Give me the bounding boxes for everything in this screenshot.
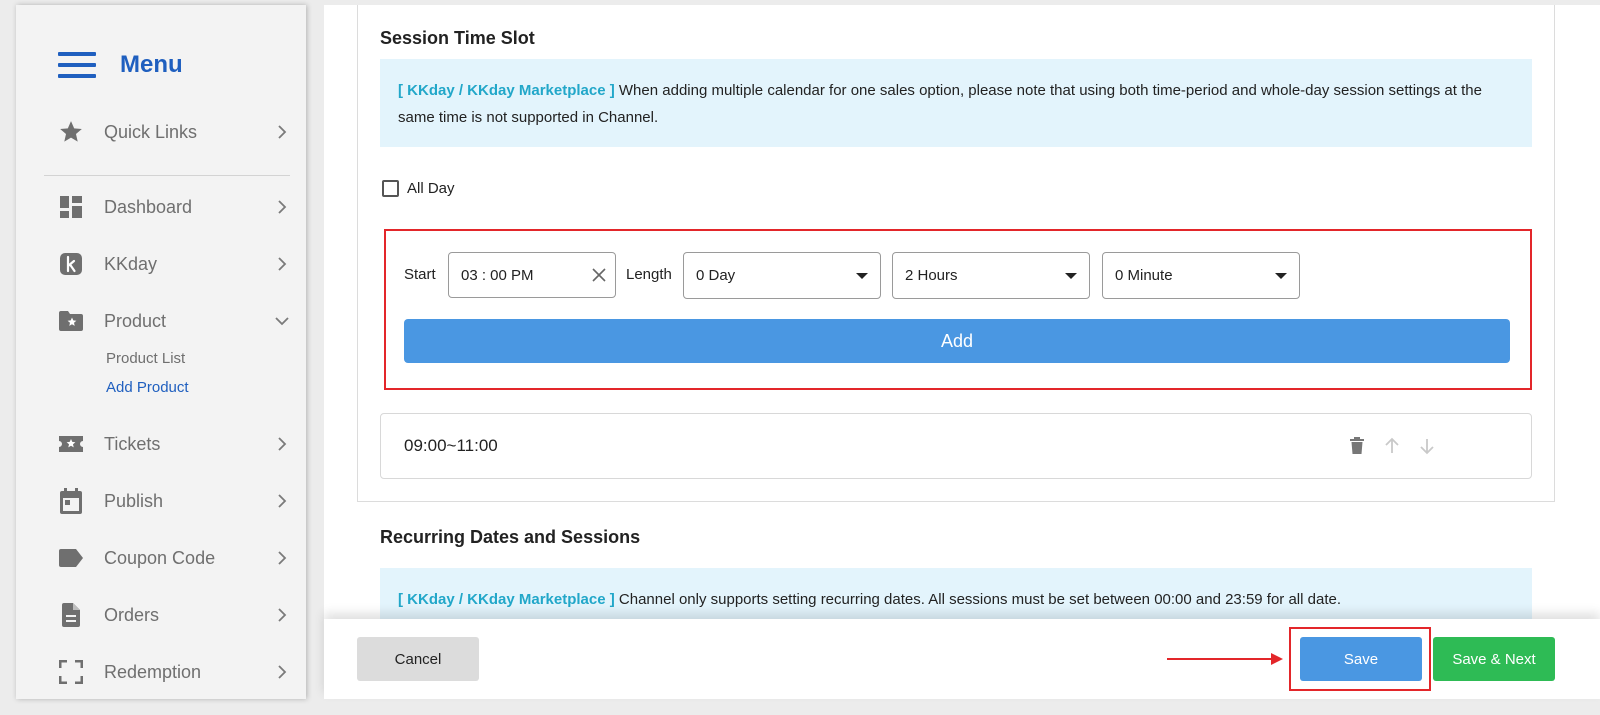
chevron-right-icon bbox=[278, 125, 287, 139]
tag-icon bbox=[58, 545, 84, 571]
clear-icon[interactable] bbox=[591, 267, 607, 283]
sidebar-item-label: Tickets bbox=[104, 433, 161, 454]
chevron-down-icon bbox=[275, 317, 289, 326]
length-minute-select[interactable]: 0 Minute bbox=[1102, 252, 1300, 299]
kkday-logo-icon bbox=[58, 251, 84, 277]
chevron-right-icon bbox=[278, 200, 287, 214]
sidebar-item-label: Product bbox=[104, 310, 167, 331]
caret-down-icon bbox=[856, 273, 868, 279]
chevron-right-icon bbox=[278, 437, 287, 451]
all-day-label: All Day bbox=[407, 180, 455, 197]
sidebar-item-label: Quick Links bbox=[104, 121, 198, 142]
all-day-checkbox[interactable] bbox=[382, 180, 399, 197]
chevron-right-icon bbox=[278, 608, 287, 622]
save-next-button[interactable]: Save & Next bbox=[1433, 637, 1555, 681]
sidebar-item-product[interactable]: Product bbox=[58, 301, 290, 341]
menu-header[interactable]: Menu bbox=[58, 51, 183, 79]
sidebar-item-tickets[interactable]: Tickets bbox=[58, 424, 290, 464]
sidebar-item-kkday[interactable]: KKday bbox=[58, 244, 290, 284]
start-time-value: 03 : 00 PM bbox=[461, 266, 534, 284]
caret-down-icon bbox=[1065, 273, 1077, 279]
slot-time: 09:00~11:00 bbox=[404, 436, 498, 455]
save-button[interactable]: Save bbox=[1300, 637, 1422, 681]
trash-icon[interactable] bbox=[1347, 436, 1367, 456]
recurring-title: Recurring Dates and Sessions bbox=[380, 527, 641, 547]
notice-text: Channel only supports setting recurring … bbox=[614, 591, 1342, 608]
notice-tag: [ KKday / KKday Marketplace ] bbox=[398, 82, 615, 99]
chevron-right-icon bbox=[278, 665, 287, 679]
arrow-right-indicator-icon bbox=[1167, 653, 1283, 665]
chevron-right-icon bbox=[278, 494, 287, 508]
arrow-up-icon[interactable] bbox=[1382, 436, 1402, 456]
sidebar-divider bbox=[44, 175, 290, 176]
notice-tag: [ KKday / KKday Marketplace ] bbox=[398, 591, 615, 608]
sidebar-item-label: Coupon Code bbox=[104, 547, 216, 568]
hamburger-menu-icon[interactable] bbox=[58, 52, 96, 78]
sidebar-item-redemption[interactable]: Redemption bbox=[58, 652, 290, 692]
sidebar-item-coupon-code[interactable]: Coupon Code bbox=[58, 538, 290, 578]
length-label: Length bbox=[626, 266, 672, 283]
sidebar-item-publish[interactable]: Publish bbox=[58, 481, 290, 521]
arrow-down-icon[interactable] bbox=[1417, 436, 1437, 456]
main-panel: Session Time Slot [ KKday / KKday Market… bbox=[324, 5, 1600, 699]
session-notice: [ KKday / KKday Marketplace ] When addin… bbox=[380, 59, 1532, 147]
document-icon bbox=[58, 602, 84, 628]
sidebar-subitem-add-product[interactable]: Add Product bbox=[106, 379, 189, 396]
all-day-option[interactable]: All Day bbox=[382, 180, 455, 197]
sidebar-item-label: Publish bbox=[104, 490, 164, 511]
sidebar-item-label: Dashboard bbox=[104, 196, 193, 217]
sidebar-item-label: Redemption bbox=[104, 661, 202, 682]
sidebar-item-label: KKday bbox=[104, 253, 158, 274]
time-slot-row: 09:00~11:00 bbox=[380, 413, 1532, 479]
scan-icon bbox=[58, 659, 84, 685]
menu-title: Menu bbox=[120, 51, 183, 78]
time-slot-editor: Start 03 : 00 PM Length 0 Day 2 Hours 0 … bbox=[384, 229, 1532, 390]
folder-star-icon bbox=[58, 308, 84, 334]
length-day-select[interactable]: 0 Day bbox=[683, 252, 881, 299]
start-label: Start bbox=[404, 266, 436, 283]
sidebar-item-label: Orders bbox=[104, 604, 160, 625]
caret-down-icon bbox=[1275, 273, 1287, 279]
start-time-input[interactable]: 03 : 00 PM bbox=[448, 252, 616, 298]
length-day-value: 0 Day bbox=[696, 267, 736, 284]
calendar-icon bbox=[58, 488, 84, 514]
chevron-right-icon bbox=[278, 551, 287, 565]
length-minute-value: 0 Minute bbox=[1115, 267, 1173, 284]
sidebar-item-quick-links[interactable]: Quick Links bbox=[58, 112, 290, 152]
add-slot-button[interactable]: Add bbox=[404, 319, 1510, 363]
cancel-button[interactable]: Cancel bbox=[357, 637, 479, 681]
length-hours-value: 2 Hours bbox=[905, 267, 958, 284]
sidebar-subitem-product-list[interactable]: Product List bbox=[106, 350, 185, 367]
length-hours-select[interactable]: 2 Hours bbox=[892, 252, 1090, 299]
sidebar-item-orders[interactable]: Orders bbox=[58, 595, 290, 635]
ticket-icon bbox=[58, 431, 84, 457]
sidebar-item-dashboard[interactable]: Dashboard bbox=[58, 187, 290, 227]
sidebar: Menu Quick Links Dashboard KKday Product… bbox=[16, 5, 306, 699]
chevron-right-icon bbox=[278, 257, 287, 271]
action-footer: Cancel Save Save & Next bbox=[324, 619, 1600, 699]
star-icon bbox=[58, 119, 84, 145]
dashboard-icon bbox=[58, 194, 84, 220]
session-time-slot-title: Session Time Slot bbox=[380, 28, 535, 48]
